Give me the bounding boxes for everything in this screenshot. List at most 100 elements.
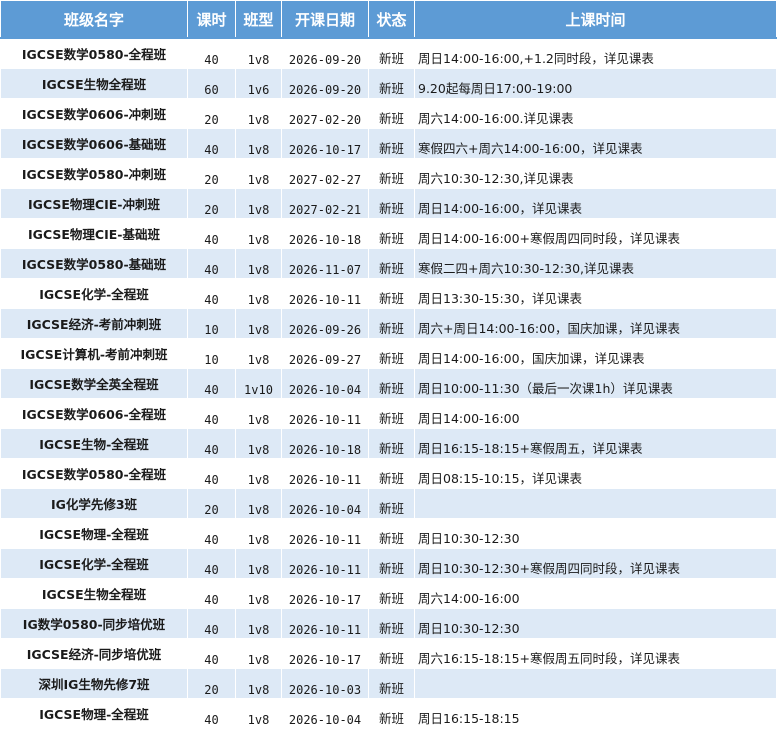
cell-status: 新班 — [368, 698, 415, 729]
cell-class-type: 1v8 — [235, 278, 282, 309]
cell-start-date: 2026-10-17 — [281, 128, 369, 159]
cell-class-time — [414, 668, 777, 699]
cell-hours: 10 — [187, 308, 236, 339]
cell-class-time: 周六14:00-16:00 — [414, 578, 777, 609]
cell-class-time: 周日10:30-12:30 — [414, 518, 777, 549]
table-row: IGCSE生物全程班 40 1v8 2026-10-17 新班 周六14:00-16:00 — [0, 578, 777, 609]
cell-class-type: 1v8 — [235, 608, 282, 639]
table-row: IGCSE计算机-考前冲刺班 10 1v8 2026-09-27 新班 周日14:00-1… — [0, 338, 777, 369]
cell-start-date: 2026-10-04 — [281, 488, 369, 519]
table-row: IGCSE数学0580-全程班 40 1v8 2026-10-11 新班 周日08:15-… — [0, 458, 777, 489]
cell-start-date: 2026-10-11 — [281, 458, 369, 489]
cell-class-time: 周六16:15-18:15+寒假周五同时段，详见课表 — [414, 638, 777, 669]
cell-status: 新班 — [368, 248, 415, 279]
cell-status: 新班 — [368, 128, 415, 159]
cell-hours: 10 — [187, 338, 236, 369]
cell-hours: 40 — [187, 398, 236, 429]
header-class-name: 班级名字 — [0, 0, 188, 39]
cell-class-type: 1v8 — [235, 548, 282, 579]
cell-class-type: 1v8 — [235, 458, 282, 489]
cell-status: 新班 — [368, 488, 415, 519]
cell-class-name: IGCSE数学0606-冲刺班 — [0, 98, 188, 129]
table-row: IGCSE数学0606-冲刺班 20 1v8 2027-02-20 新班 周六14:00-… — [0, 98, 777, 129]
cell-class-time: 周日14:00-16:00,+1.2同时段，详见课表 — [414, 37, 777, 69]
cell-class-type: 1v8 — [235, 488, 282, 519]
cell-start-date: 2026-10-11 — [281, 608, 369, 639]
cell-status: 新班 — [368, 278, 415, 309]
header-start-date: 开课日期 — [281, 0, 369, 39]
cell-class-type: 1v8 — [235, 698, 282, 729]
cell-start-date: 2026-09-20 — [281, 68, 369, 99]
header-row: 班级名字 课时 班型 开课日期 状态 上课时间 — [0, 0, 777, 39]
table-row: IGCSE数学0580-冲刺班 20 1v8 2027-02-27 新班 周六10:30-… — [0, 158, 777, 189]
cell-hours: 40 — [187, 578, 236, 609]
header-hours: 课时 — [187, 0, 236, 39]
table-row: IGCSE生物全程班 60 1v6 2026-09-20 新班 9.20起每周日17:00… — [0, 68, 777, 99]
cell-status: 新班 — [368, 608, 415, 639]
cell-class-name: IGCSE数学0606-基础班 — [0, 128, 188, 159]
cell-start-date: 2026-09-20 — [281, 37, 369, 69]
cell-status: 新班 — [368, 548, 415, 579]
cell-class-type: 1v8 — [235, 638, 282, 669]
cell-status: 新班 — [368, 338, 415, 369]
cell-class-time: 周六14:00-16:00.详见课表 — [414, 98, 777, 129]
cell-status: 新班 — [368, 218, 415, 249]
cell-class-name: IGCSE经济-考前冲刺班 — [0, 308, 188, 339]
cell-status: 新班 — [368, 458, 415, 489]
cell-class-type: 1v8 — [235, 428, 282, 459]
cell-start-date: 2026-10-18 — [281, 428, 369, 459]
table-row: IGCSE化学-全程班 40 1v8 2026-10-11 新班 周日10:30-12:3… — [0, 548, 777, 579]
cell-class-type: 1v8 — [235, 37, 282, 69]
cell-class-time: 周六10:30-12:30,详见课表 — [414, 158, 777, 189]
cell-class-time: 周日16:15-18:15 — [414, 698, 777, 729]
cell-class-name: IGCSE数学0606-全程班 — [0, 398, 188, 429]
cell-class-time: 周日14:00-16:00，国庆加课，详见课表 — [414, 338, 777, 369]
table-row: IGCSE物理CIE-基础班 40 1v8 2026-10-18 新班 周日14:00-1… — [0, 218, 777, 249]
cell-class-time: 周日08:15-10:15，详见课表 — [414, 458, 777, 489]
cell-hours: 40 — [187, 608, 236, 639]
cell-class-type: 1v10 — [235, 368, 282, 399]
table-row: IGCSE生物-全程班 40 1v8 2026-10-18 新班 周日16:15-18:1… — [0, 428, 777, 459]
table-row: IGCSE数学0580-全程班 40 1v8 2026-09-20 新班 周日14:00-… — [0, 37, 777, 69]
cell-hours: 20 — [187, 488, 236, 519]
cell-class-type: 1v8 — [235, 98, 282, 129]
table-row: IG化学先修3班 20 1v8 2026-10-04 新班 — [0, 488, 777, 519]
cell-class-name: IGCSE生物-全程班 — [0, 428, 188, 459]
cell-class-time: 9.20起每周日17:00-19:00 — [414, 68, 777, 99]
cell-start-date: 2026-11-07 — [281, 248, 369, 279]
cell-class-name: IG化学先修3班 — [0, 488, 188, 519]
cell-hours: 20 — [187, 158, 236, 189]
cell-status: 新班 — [368, 518, 415, 549]
cell-start-date: 2027-02-21 — [281, 188, 369, 219]
cell-hours: 40 — [187, 368, 236, 399]
cell-hours: 40 — [187, 278, 236, 309]
cell-class-name: IGCSE物理CIE-冲刺班 — [0, 188, 188, 219]
table-row: IGCSE经济-考前冲刺班 10 1v8 2026-09-26 新班 周六+周日14:00… — [0, 308, 777, 339]
cell-status: 新班 — [368, 578, 415, 609]
cell-hours: 40 — [187, 698, 236, 729]
cell-start-date: 2026-10-11 — [281, 518, 369, 549]
cell-start-date: 2026-10-17 — [281, 638, 369, 669]
cell-class-name: IGCSE数学0580-全程班 — [0, 37, 188, 69]
cell-start-date: 2026-10-18 — [281, 218, 369, 249]
table-row: IGCSE数学0580-基础班 40 1v8 2026-11-07 新班 寒假二四+周六1… — [0, 248, 777, 279]
table-row: IGCSE经济-同步培优班 40 1v8 2026-10-17 新班 周六16:15-18… — [0, 638, 777, 669]
cell-class-name: IGCSE物理-全程班 — [0, 518, 188, 549]
cell-class-name: IGCSE生物全程班 — [0, 578, 188, 609]
cell-status: 新班 — [368, 37, 415, 69]
cell-status: 新班 — [368, 98, 415, 129]
cell-class-type: 1v8 — [235, 158, 282, 189]
cell-class-name: IGCSE计算机-考前冲刺班 — [0, 338, 188, 369]
cell-start-date: 2026-09-26 — [281, 308, 369, 339]
cell-class-name: IGCSE数学0580-基础班 — [0, 248, 188, 279]
cell-class-time: 周日10:30-12:30 — [414, 608, 777, 639]
table-body: IGCSE数学0580-全程班 40 1v8 2026-09-20 新班 周日14:00-… — [0, 37, 777, 729]
cell-start-date: 2026-10-03 — [281, 668, 369, 699]
cell-class-type: 1v8 — [235, 518, 282, 549]
table-row: IGCSE数学全英全程班 40 1v10 2026-10-04 新班 周日10:00-11… — [0, 368, 777, 399]
cell-hours: 40 — [187, 248, 236, 279]
cell-class-time: 周日10:30-12:30+寒假周四同时段，详见课表 — [414, 548, 777, 579]
cell-start-date: 2026-10-11 — [281, 398, 369, 429]
cell-class-type: 1v8 — [235, 218, 282, 249]
cell-class-time: 寒假二四+周六10:30-12:30,详见课表 — [414, 248, 777, 279]
